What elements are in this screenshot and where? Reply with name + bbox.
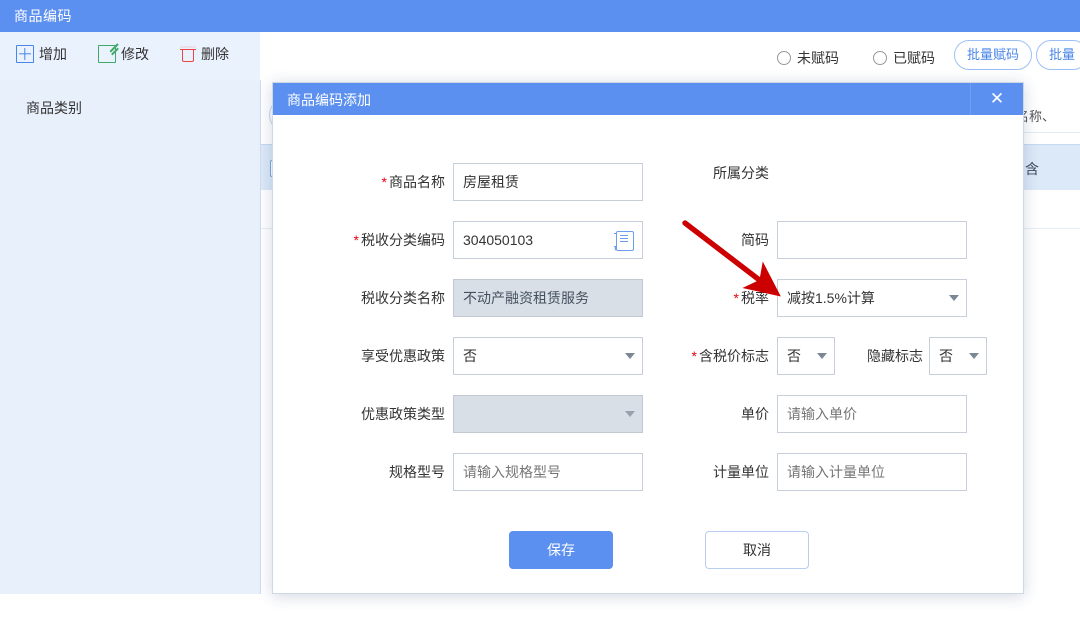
tax-class-code-label: * 税收分类编码 — [353, 232, 445, 248]
dialog-titlebar: 商品编码添加 ✕ — [273, 83, 1023, 115]
edit-pencil-icon — [98, 45, 116, 63]
application-window: 商品编码 增加 修改 删除 商品类别 未赋码 已赋码 批量赋码 批量 名称、 含… — [0, 0, 1080, 594]
tax-rate-label: * 税率 — [733, 290, 769, 306]
plus-box-icon — [16, 45, 34, 63]
sidebar: 商品类别 — [0, 80, 261, 594]
short-code-label: 简码 — [741, 232, 769, 248]
radio-circle-icon — [873, 51, 887, 65]
required-asterisk: * — [733, 290, 739, 306]
dialog-title: 商品编码添加 — [287, 92, 371, 108]
content-toolbar: 未赋码 已赋码 批量赋码 批量 — [261, 32, 1080, 80]
required-asterisk: * — [381, 174, 387, 190]
preferential-policy-select[interactable]: 否 — [453, 337, 643, 375]
add-product-code-dialog: 商品编码添加 ✕ * 商品名称 所属分类 * 税收分类编码 — [272, 82, 1024, 594]
policy-type-label: 优惠政策类型 — [361, 406, 445, 422]
dialog-body: * 商品名称 所属分类 * 税收分类编码 简码 — [273, 115, 1023, 593]
delete-button-label: 删除 — [201, 46, 229, 62]
cancel-button[interactable]: 取消 — [705, 531, 809, 569]
tax-class-name-label: 税收分类名称 — [361, 290, 445, 306]
product-name-input[interactable] — [453, 163, 643, 201]
radio-assigned-label: 已赋码 — [893, 50, 935, 66]
tax-class-name-value: 不动产融资租赁服务 — [453, 279, 643, 317]
table-header-cell: 含 — [1025, 161, 1039, 177]
policy-type-select — [453, 395, 643, 433]
radio-unassigned-label: 未赋码 — [797, 50, 839, 66]
close-icon[interactable]: ✕ — [970, 83, 1023, 115]
spec-model-label: 规格型号 — [389, 464, 445, 480]
tax-included-flag-label: * 含税价标志 — [691, 348, 769, 364]
tax-rate-select[interactable]: 减按1.5%计算 — [777, 279, 967, 317]
batch-assign-code-button[interactable]: 批量赋码 — [954, 40, 1033, 70]
unit-price-input[interactable] — [777, 395, 967, 433]
add-button-label: 增加 — [39, 46, 67, 62]
product-name-label: * 商品名称 — [381, 174, 445, 190]
measure-unit-input[interactable] — [777, 453, 967, 491]
tax-included-flag-select[interactable]: 否 — [777, 337, 835, 375]
short-code-input[interactable] — [777, 221, 967, 259]
app-titlebar: 商品编码 — [0, 0, 1080, 32]
hidden-flag-label: 隐藏标志 — [867, 348, 923, 364]
preferential-policy-label: 享受优惠政策 — [361, 348, 445, 364]
delete-button[interactable]: 删除 — [180, 44, 229, 64]
radio-circle-icon — [777, 51, 791, 65]
sidebar-item-product-category[interactable]: 商品类别 — [26, 98, 82, 118]
trash-icon — [180, 46, 196, 62]
save-button[interactable]: 保存 — [509, 531, 613, 569]
edit-button[interactable]: 修改 — [98, 44, 149, 64]
batch-secondary-button[interactable]: 批量 — [1036, 40, 1080, 70]
hidden-flag-select[interactable]: 否 — [929, 337, 987, 375]
radio-unassigned[interactable]: 未赋码 — [777, 48, 839, 68]
book-list-icon[interactable] — [614, 231, 634, 251]
belonging-category-label: 所属分类 — [713, 165, 769, 181]
radio-assigned[interactable]: 已赋码 — [873, 48, 935, 68]
unit-price-label: 单价 — [741, 406, 769, 422]
edit-button-label: 修改 — [121, 46, 149, 62]
app-title: 商品编码 — [14, 8, 72, 24]
spec-model-input[interactable] — [453, 453, 643, 491]
left-toolbar: 增加 修改 删除 — [0, 32, 260, 81]
required-asterisk: * — [691, 348, 697, 364]
measure-unit-label: 计量单位 — [713, 464, 769, 480]
required-asterisk: * — [353, 232, 359, 248]
add-button[interactable]: 增加 — [16, 44, 67, 64]
